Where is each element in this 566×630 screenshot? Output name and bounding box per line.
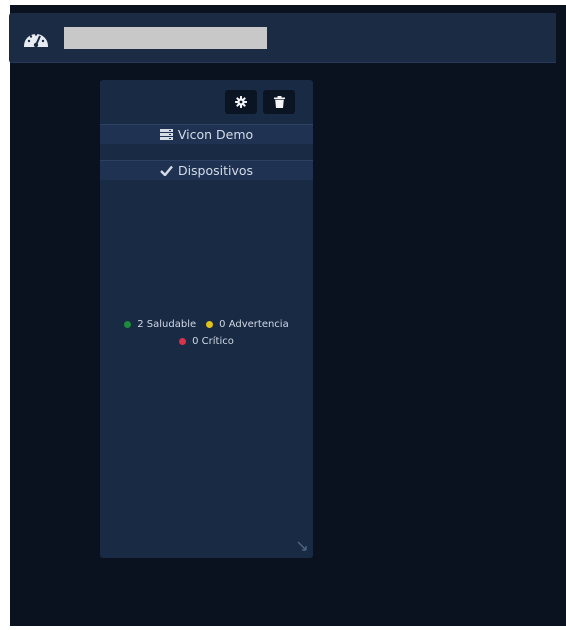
critical-dot-icon (179, 338, 187, 345)
device-status-summary: 2 Saludable 0 Advertencia 0 Crítico (100, 316, 313, 350)
device-status-widget: Vicon Demo Dispositivos 2 Saludable 0 Ad… (100, 80, 313, 558)
dashboard-title-input[interactable] (64, 27, 267, 49)
devices-label: Dispositivos (177, 163, 254, 178)
trash-icon (273, 96, 285, 108)
devices-header: Dispositivos (100, 160, 313, 180)
server-name-header: Vicon Demo (100, 124, 313, 144)
status-healthy: 2 Saludable (124, 316, 196, 333)
healthy-count-label: 2 Saludable (137, 319, 197, 330)
resize-handle-icon[interactable] (296, 540, 308, 552)
server-name-label: Vicon Demo (177, 127, 254, 142)
widget-delete-button[interactable] (263, 90, 295, 114)
widget-settings-button[interactable] (225, 90, 257, 114)
warning-dot-icon (206, 321, 214, 328)
dashboard-gauge-icon (24, 33, 48, 48)
warning-count-label: 0 Advertencia (219, 319, 289, 330)
check-icon (160, 165, 173, 176)
server-icon (159, 129, 173, 140)
critical-count-label: 0 Crítico (192, 336, 234, 347)
status-critical: 0 Crítico (179, 333, 234, 350)
status-warning: 0 Advertencia (206, 316, 289, 333)
healthy-dot-icon (124, 321, 132, 328)
gear-icon (235, 96, 247, 108)
